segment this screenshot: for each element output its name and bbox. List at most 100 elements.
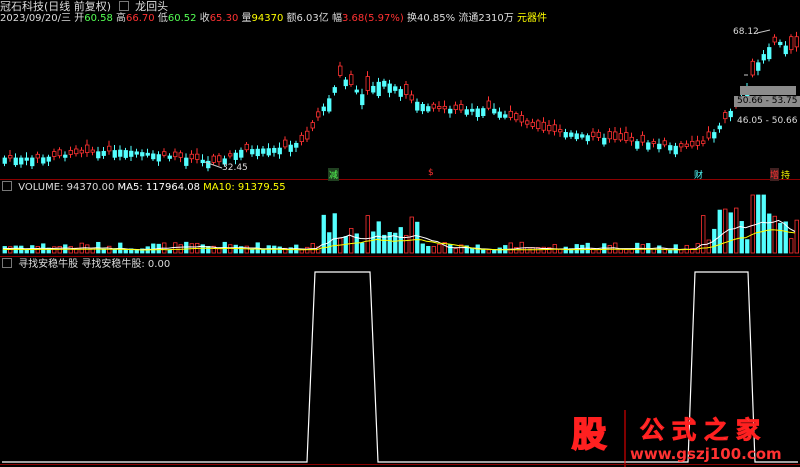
- candle: [728, 110, 733, 118]
- volume-bar: [431, 246, 436, 254]
- candle: [332, 87, 337, 93]
- candle: [189, 153, 194, 160]
- volume-bar: [184, 241, 189, 254]
- volume-header: VOLUME: 94370.00 MA5: 117964.08 MA10: 91…: [0, 181, 286, 193]
- volume-label: VOLUME: 94370.00: [18, 182, 115, 193]
- volume-bar: [508, 242, 513, 254]
- candle: [398, 89, 403, 97]
- mark-dollar[interactable]: $: [428, 168, 434, 178]
- candle: [574, 133, 579, 140]
- candle: [112, 150, 117, 158]
- volume-bar: [778, 222, 783, 254]
- price-box-1: 50.66 - 53.75: [734, 96, 800, 107]
- candle: [151, 153, 156, 160]
- candle: [266, 148, 271, 156]
- volume-bar: [525, 247, 530, 254]
- candle: [261, 148, 266, 154]
- candle: [228, 153, 233, 157]
- candle: [338, 65, 343, 76]
- candle: [563, 131, 568, 138]
- candle: [387, 83, 392, 93]
- volume-bar: [706, 239, 711, 254]
- volume-bar: [217, 248, 222, 254]
- candle: [629, 136, 634, 142]
- candle: [514, 113, 519, 121]
- candle: [283, 139, 288, 148]
- candle: [481, 108, 486, 117]
- candle: [767, 47, 772, 60]
- volume-bar: [481, 249, 486, 254]
- candle: [79, 149, 84, 154]
- mark-finance[interactable]: 财: [694, 168, 703, 181]
- candle: [200, 159, 205, 164]
- candle: [13, 157, 18, 166]
- volume-bar: [387, 232, 392, 254]
- volume-bar: [151, 243, 156, 254]
- volume-bar: [717, 209, 722, 254]
- candle: [118, 149, 123, 157]
- mark-increase[interactable]: 增: [770, 168, 780, 181]
- volume-bar: [398, 227, 403, 254]
- mark-hold[interactable]: 持: [781, 168, 790, 181]
- candle: [778, 41, 783, 46]
- candle: [349, 74, 354, 85]
- candle: [123, 150, 128, 158]
- volume-bar: [244, 245, 249, 254]
- candle: [442, 105, 447, 110]
- indicator-settings-icon[interactable]: [2, 258, 12, 268]
- candle: [783, 45, 788, 55]
- candle: [134, 151, 139, 155]
- volume-bar: [750, 194, 755, 254]
- volume-bar: [167, 249, 172, 254]
- volume-bar: [761, 194, 766, 254]
- candle: [184, 157, 189, 166]
- candle: [35, 153, 40, 159]
- candle: [178, 152, 183, 158]
- volume-bar: [728, 212, 733, 254]
- candle: [63, 154, 68, 158]
- volume-bar: [277, 246, 282, 254]
- volume-bar: [101, 248, 106, 254]
- candlestick-series: [2, 31, 799, 172]
- price-box-top: [740, 86, 796, 95]
- volume-bar: [701, 215, 706, 254]
- candle: [536, 120, 541, 129]
- candle: [508, 110, 513, 118]
- candle: [404, 84, 409, 95]
- volume-bars: [2, 194, 799, 254]
- candle: [299, 134, 304, 142]
- candle: [690, 140, 695, 147]
- volume-settings-icon[interactable]: [2, 181, 12, 191]
- volume-bar: [360, 242, 365, 254]
- candle: [459, 104, 464, 111]
- candle: [618, 133, 623, 141]
- candle: [541, 121, 546, 131]
- panel-separator-2: [0, 256, 800, 257]
- candle: [19, 157, 24, 165]
- candle: [607, 131, 612, 140]
- candle: [145, 152, 150, 156]
- candle: [525, 120, 530, 125]
- bottom-axis: [0, 464, 800, 465]
- kline-chart[interactable]: [0, 0, 800, 467]
- candle: [794, 36, 799, 48]
- candle: [723, 112, 728, 120]
- mark-reduce[interactable]: 减: [328, 168, 340, 181]
- volume-bar: [365, 215, 370, 254]
- candle: [420, 104, 425, 112]
- candle: [305, 130, 310, 140]
- candle: [376, 81, 381, 97]
- candle: [96, 151, 101, 159]
- candle: [503, 114, 508, 118]
- candle: [547, 124, 552, 132]
- candle: [662, 140, 667, 146]
- candle: [107, 145, 112, 152]
- candle: [651, 141, 656, 144]
- logo-glyph: 股: [571, 414, 607, 456]
- candle: [244, 143, 249, 151]
- candle: [41, 157, 46, 164]
- candle: [294, 142, 299, 148]
- candle: [712, 132, 717, 139]
- candle: [717, 125, 722, 130]
- candle: [585, 135, 590, 142]
